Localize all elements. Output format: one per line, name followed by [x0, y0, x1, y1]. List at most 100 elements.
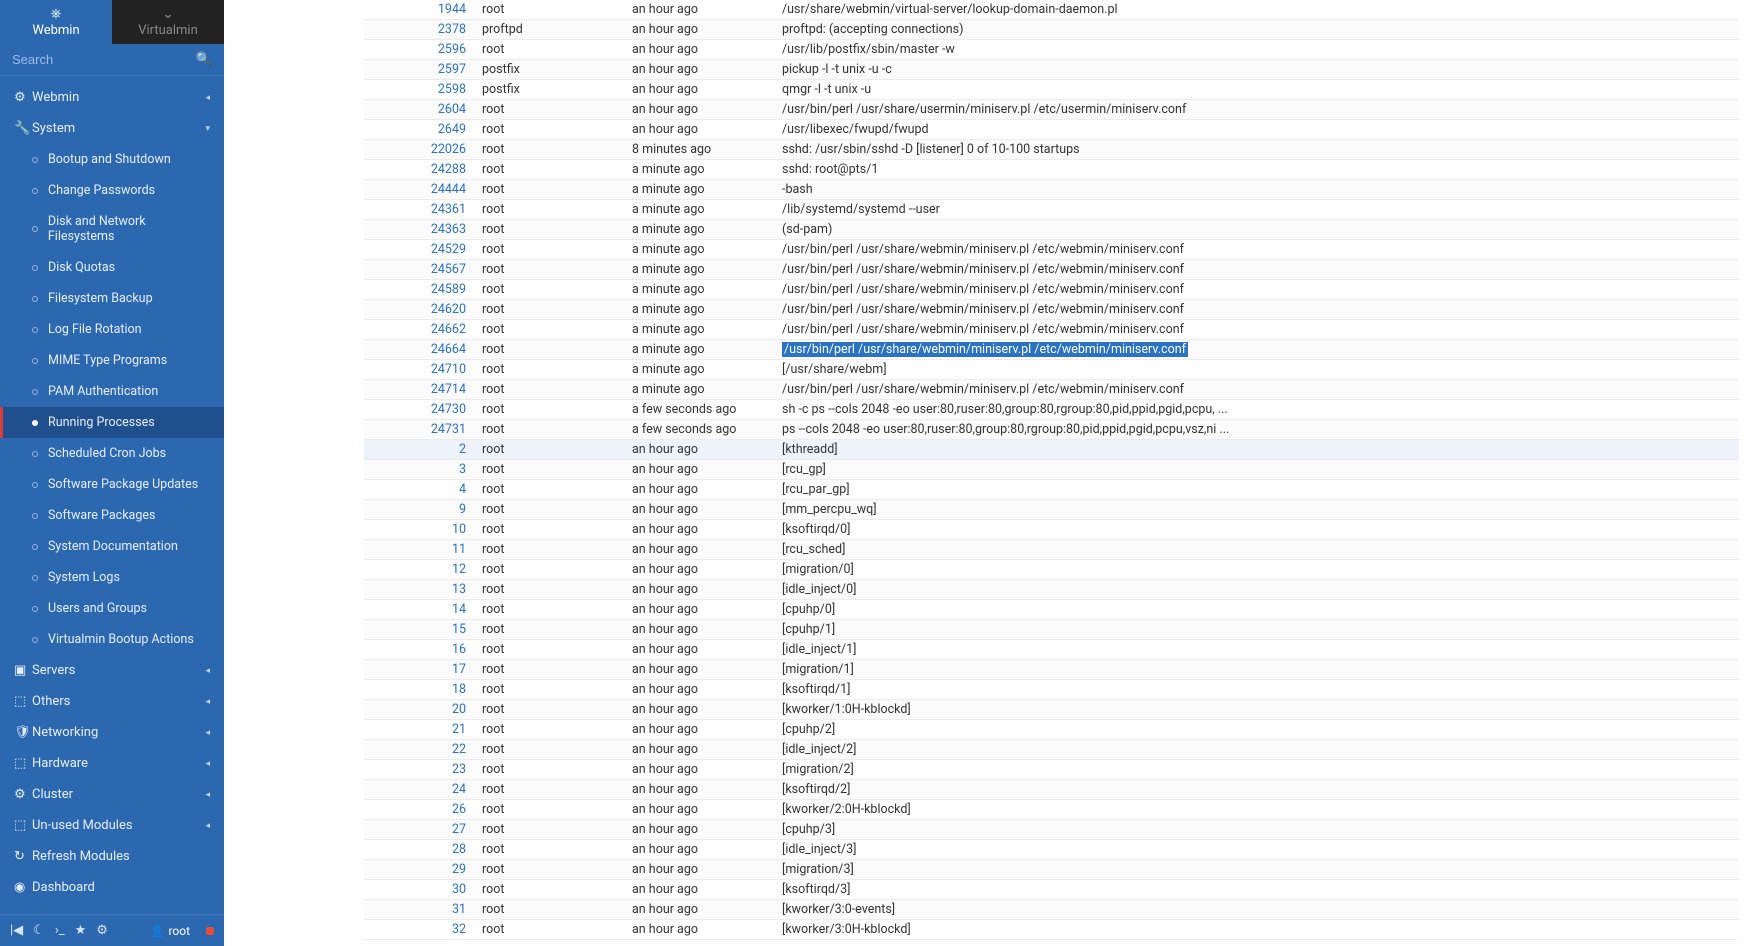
- pid-link[interactable]: 2596: [438, 42, 466, 57]
- nav-section-hardware[interactable]: ⬚Hardware◂: [0, 748, 224, 779]
- favorite-icon[interactable]: ★: [75, 923, 87, 938]
- nav-item-users-and-groups[interactable]: Users and Groups: [0, 593, 224, 624]
- pid-link[interactable]: 10: [452, 522, 466, 537]
- process-user: root: [474, 240, 624, 260]
- process-row: 24288roota minute agosshd: root@pts/1: [364, 160, 1739, 180]
- process-user: root: [474, 400, 624, 420]
- pid-link[interactable]: 21: [452, 722, 466, 737]
- pid-link[interactable]: 4: [459, 482, 466, 497]
- process-command: /usr/bin/perl /usr/share/webmin/miniserv…: [774, 340, 1739, 360]
- process-row: 17rootan hour ago[migration/1]: [364, 660, 1739, 680]
- pid-link[interactable]: 2597: [438, 62, 466, 77]
- collapse-icon[interactable]: |◀: [10, 923, 23, 938]
- tab-webmin[interactable]: ⎈ Webmin: [0, 0, 112, 44]
- nav-item-disk-and-network-filesystems[interactable]: Disk and Network Filesystems: [0, 206, 224, 252]
- terminal-icon[interactable]: ›_: [55, 923, 65, 938]
- night-mode-icon[interactable]: ☾: [33, 923, 45, 938]
- tab-virtualmin[interactable]: ⌄ Virtualmin: [112, 0, 224, 44]
- pid-link[interactable]: 24620: [431, 302, 466, 317]
- pid-link[interactable]: 30: [452, 882, 466, 897]
- pid-link[interactable]: 24363: [431, 222, 466, 237]
- pid-link[interactable]: 24710: [431, 362, 466, 377]
- pid-link[interactable]: 26: [452, 802, 466, 817]
- nav-section-servers[interactable]: ▣Servers◂: [0, 655, 224, 686]
- pid-link[interactable]: 24664: [431, 342, 466, 357]
- pid-link[interactable]: 24589: [431, 282, 466, 297]
- nav-section-webmin[interactable]: ⚙Webmin◂: [0, 82, 224, 113]
- pid-link[interactable]: 24444: [431, 182, 466, 197]
- nav-section-un-used-modules[interactable]: ⬚Un-used Modules◂: [0, 810, 224, 841]
- pid-link[interactable]: 1944: [438, 2, 466, 17]
- pid-link[interactable]: 24714: [431, 382, 466, 397]
- user-menu[interactable]: 👤 root: [149, 924, 190, 938]
- nav-item-system-logs[interactable]: System Logs: [0, 562, 224, 593]
- process-user: root: [474, 600, 624, 620]
- pid-link[interactable]: 29: [452, 862, 466, 877]
- nav-item-running-processes[interactable]: Running Processes: [0, 407, 224, 438]
- pid-link[interactable]: 2604: [438, 102, 466, 117]
- process-user: root: [474, 860, 624, 880]
- pid-link[interactable]: 22: [452, 742, 466, 757]
- process-command: /usr/share/webmin/virtual-server/lookup-…: [774, 0, 1739, 20]
- nav-item-scheduled-cron-jobs[interactable]: Scheduled Cron Jobs: [0, 438, 224, 469]
- pid-link[interactable]: 32: [452, 922, 466, 937]
- pid-link[interactable]: 24529: [431, 242, 466, 257]
- nav-action-refresh-modules[interactable]: ↻Refresh Modules: [0, 841, 224, 872]
- pid-link[interactable]: 11: [452, 542, 466, 557]
- nav-item-mime-type-programs[interactable]: MIME Type Programs: [0, 345, 224, 376]
- pid-link[interactable]: 15: [452, 622, 466, 637]
- process-user: root: [474, 840, 624, 860]
- process-row: 13rootan hour ago[idle_inject/0]: [364, 580, 1739, 600]
- process-command: [migration/0]: [774, 560, 1739, 580]
- pid-link[interactable]: 12: [452, 562, 466, 577]
- pid-link[interactable]: 2649: [438, 122, 466, 137]
- nav-section-cluster[interactable]: ⚙Cluster◂: [0, 779, 224, 810]
- process-time: a minute ago: [624, 240, 774, 260]
- pid-link[interactable]: 14: [452, 602, 466, 617]
- pid-link[interactable]: 3: [459, 462, 466, 477]
- nav-item-log-file-rotation[interactable]: Log File Rotation: [0, 314, 224, 345]
- pid-link[interactable]: 24: [452, 782, 466, 797]
- search-input[interactable]: [12, 52, 196, 67]
- pid-link[interactable]: 24288: [431, 162, 466, 177]
- pid-link[interactable]: 22026: [431, 142, 466, 157]
- pid-link[interactable]: 24567: [431, 262, 466, 277]
- process-row: 10rootan hour ago[ksoftirqd/0]: [364, 520, 1739, 540]
- pid-link[interactable]: 24662: [431, 322, 466, 337]
- pid-link[interactable]: 31: [452, 902, 466, 917]
- pid-link[interactable]: 24361: [431, 202, 466, 217]
- pid-link[interactable]: 28: [452, 842, 466, 857]
- pid-link[interactable]: 18: [452, 682, 466, 697]
- pid-link[interactable]: 24731: [431, 422, 466, 437]
- pid-link[interactable]: 23: [452, 762, 466, 777]
- nav-section-others[interactable]: ⬚Others◂: [0, 686, 224, 717]
- pid-link[interactable]: 17: [452, 662, 466, 677]
- pid-link[interactable]: 2: [459, 442, 466, 457]
- nav-item-pam-authentication[interactable]: PAM Authentication: [0, 376, 224, 407]
- nav-item-disk-quotas[interactable]: Disk Quotas: [0, 252, 224, 283]
- nav-action-dashboard[interactable]: ◉Dashboard: [0, 872, 224, 903]
- pid-link[interactable]: 24730: [431, 402, 466, 417]
- nav-item-software-packages[interactable]: Software Packages: [0, 500, 224, 531]
- process-command: qmgr -l -t unix -u: [774, 80, 1739, 100]
- search-icon[interactable]: 🔍: [196, 52, 212, 67]
- pid-link[interactable]: 13: [452, 582, 466, 597]
- nav-item-change-passwords[interactable]: Change Passwords: [0, 175, 224, 206]
- nav-item-virtualmin-bootup-actions[interactable]: Virtualmin Bootup Actions: [0, 624, 224, 655]
- nav-item-filesystem-backup[interactable]: Filesystem Backup: [0, 283, 224, 314]
- nav-item-bootup-and-shutdown[interactable]: Bootup and Shutdown: [0, 144, 224, 175]
- nav-item-software-package-updates[interactable]: Software Package Updates: [0, 469, 224, 500]
- pid-link[interactable]: 16: [452, 642, 466, 657]
- pid-link[interactable]: 9: [459, 502, 466, 517]
- process-user: root: [474, 380, 624, 400]
- pid-link[interactable]: 2378: [438, 22, 466, 37]
- nav-item-system-documentation[interactable]: System Documentation: [0, 531, 224, 562]
- nav-section-system[interactable]: 🔧System▾: [0, 113, 224, 144]
- process-user: root: [474, 760, 624, 780]
- nav-section-networking[interactable]: 🛡Networking◂: [0, 717, 224, 748]
- pid-link[interactable]: 2598: [438, 82, 466, 97]
- logout-icon[interactable]: [206, 927, 214, 935]
- pid-link[interactable]: 20: [452, 702, 466, 717]
- settings-icon[interactable]: ⚙: [96, 923, 108, 938]
- pid-link[interactable]: 27: [452, 822, 466, 837]
